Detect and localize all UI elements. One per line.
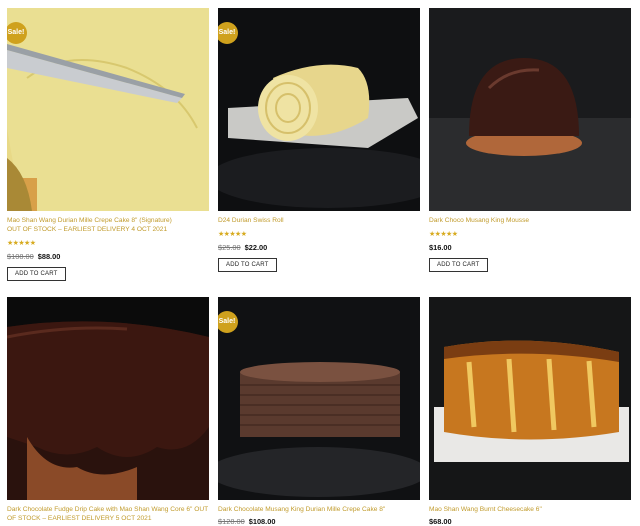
- sale-price: $22.00: [244, 242, 268, 252]
- sale-price: $88.00: [37, 251, 61, 261]
- product-image-fudge-drip[interactable]: [7, 297, 209, 500]
- burnt-cheesecake-photo: [429, 297, 631, 500]
- add-to-cart-button[interactable]: ADD TO CART: [7, 266, 66, 281]
- product-title[interactable]: Dark Chocolate Fudge Drip Cake with Mao …: [7, 506, 209, 524]
- product-title-text[interactable]: Dark Chocolate Fudge Drip Cake with Mao …: [7, 506, 192, 513]
- add-to-cart-button[interactable]: ADD TO CART: [218, 257, 277, 272]
- durian-crepe-cake-photo: [7, 8, 209, 211]
- product-title[interactable]: Mao Shan Wang Durian Mille Crepe Cake 8"…: [7, 217, 209, 235]
- sale-price: $108.00: [248, 516, 276, 526]
- rating-stars: ★★★★★: [218, 230, 247, 238]
- product-card: Sale! D24 Durian Swiss Roll ★★★★★ $25.00…: [218, 8, 420, 272]
- price: $128.00 $108.00: [218, 517, 420, 526]
- product-card: Sale! Mao Shan Wang Durian Mille Crepe C…: [7, 8, 209, 281]
- old-price: $108.00: [7, 251, 34, 261]
- price: $16.00: [429, 243, 631, 252]
- product-image-burnt-cheesecake[interactable]: [429, 297, 631, 500]
- product-image-choco-crepe[interactable]: Sale!: [218, 297, 420, 500]
- sale-price: $16.00: [429, 242, 452, 252]
- product-card: Sale! Dark Chocolate Musang King Durian …: [218, 297, 420, 526]
- product-title[interactable]: Dark Choco Musang King Mousse: [429, 217, 631, 226]
- product-title-text[interactable]: D24 Durian Swiss Roll: [218, 217, 284, 224]
- fudge-drip-cake-photo: [7, 297, 209, 500]
- product-card: Mao Shan Wang Burnt Cheesecake 6" $68.00: [429, 297, 631, 526]
- add-to-cart-button[interactable]: ADD TO CART: [429, 257, 488, 272]
- product-card: Dark Choco Musang King Mousse ★★★★★ $16.…: [429, 8, 631, 272]
- rating-stars: ★★★★★: [429, 230, 458, 238]
- product-title-text[interactable]: Mao Shan Wang Durian Mille Crepe Cake 8"…: [7, 217, 172, 224]
- price: $25.00 $22.00: [218, 243, 420, 252]
- price: $68.00: [429, 517, 631, 526]
- product-card: Dark Chocolate Fudge Drip Cake with Mao …: [7, 297, 209, 524]
- product-image-durian-crepe[interactable]: Sale!: [7, 8, 209, 211]
- price: $108.00 $88.00: [7, 252, 209, 261]
- product-title[interactable]: Dark Chocolate Musang King Durian Mille …: [218, 506, 420, 515]
- product-title-text[interactable]: Mao Shan Wang Burnt Cheesecake 6": [429, 506, 542, 513]
- product-title[interactable]: Mao Shan Wang Burnt Cheesecake 6": [429, 506, 631, 515]
- choco-mousse-photo: [429, 8, 631, 211]
- product-title-text[interactable]: Dark Choco Musang King Mousse: [429, 217, 529, 224]
- old-price: $25.00: [218, 242, 241, 252]
- product-image-swiss-roll[interactable]: Sale!: [218, 8, 420, 211]
- product-title[interactable]: D24 Durian Swiss Roll: [218, 217, 420, 226]
- choco-crepe-cake-photo: [218, 297, 420, 500]
- old-price: $128.00: [218, 516, 245, 526]
- stock-note: OUT OF STOCK – EARLIEST DELIVERY 4 OCT 2…: [7, 225, 168, 233]
- product-image-choco-mousse[interactable]: [429, 8, 631, 211]
- product-title-text[interactable]: Dark Chocolate Musang King Durian Mille …: [218, 506, 385, 513]
- sale-price: $68.00: [429, 516, 452, 526]
- rating-stars: ★★★★★: [7, 239, 36, 247]
- swiss-roll-photo: [218, 8, 420, 211]
